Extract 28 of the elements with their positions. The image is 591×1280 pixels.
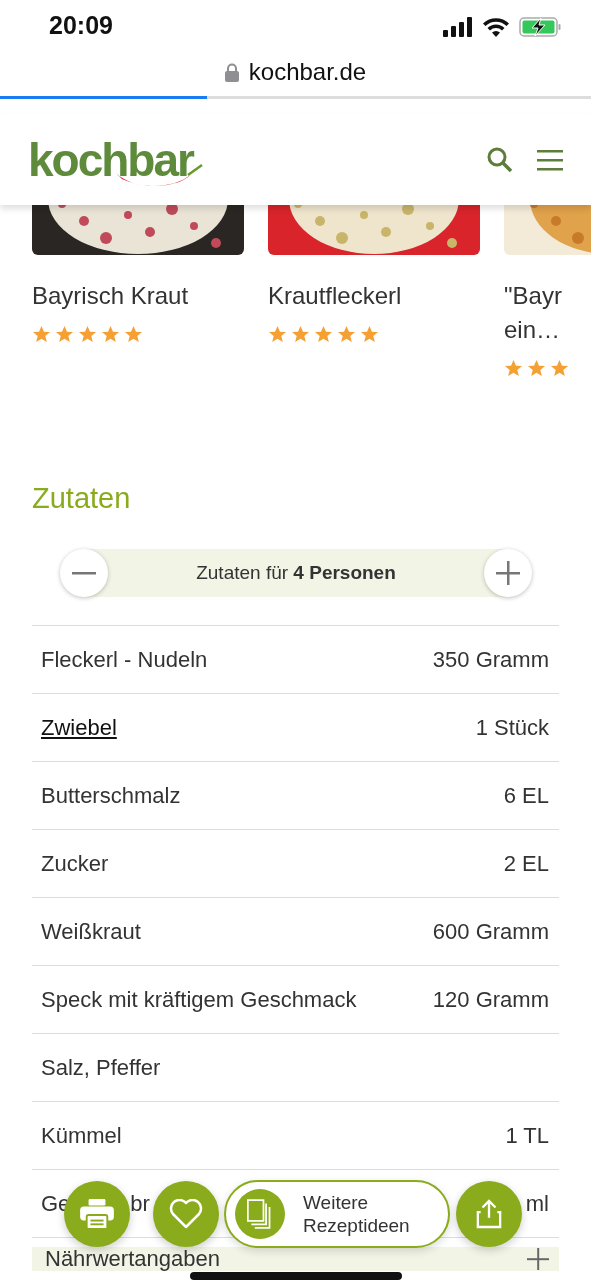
ingredient-name: Salz, Pfeffer (41, 1054, 161, 1081)
recipe-title[interactable]: "Bayr ein… (504, 279, 564, 347)
ingredient-name: Fleckerl - Nudeln (41, 646, 208, 673)
url-text[interactable]: kochbar.de (248, 58, 367, 86)
ingredient-amount: 120 Gramm (432, 986, 549, 1013)
ingredient-amount: 1 Stück (475, 714, 549, 741)
clock-time: 20:09 (49, 10, 113, 40)
logo-text[interactable]: kochbar (28, 132, 193, 187)
nutrition-label: Nährwertangaben (45, 1247, 220, 1271)
ingredient-name: br (130, 1190, 150, 1217)
ingredient-name: Speck mit kräftigem Geschmack (41, 986, 357, 1013)
servings-label: Zutaten für 4 Personen (196, 562, 396, 584)
ingredient-link[interactable]: Zwiebel (41, 714, 117, 741)
nutrition-panel[interactable]: Nährwertangaben (32, 1247, 559, 1271)
ingredient-amount: 350 Gramm (432, 646, 549, 673)
ingredient-name: Zucker (41, 850, 109, 877)
ingredient-amount: 6 EL (503, 782, 549, 809)
ingredient-name: Kümmel (41, 1122, 122, 1149)
section-heading: Zutaten (32, 482, 132, 515)
recipe-title[interactable]: Krautfleckerl (268, 279, 480, 313)
ingredient-name: Butterschmalz (41, 782, 181, 809)
ingredient-name: Weißkraut (41, 918, 141, 945)
ingredient-amount: 2 EL (503, 850, 549, 877)
more-recipes-button[interactable]: Weitere Rezeptideen (224, 1180, 450, 1248)
ingredient-amount: 600 Gramm (432, 918, 549, 945)
recipe-title[interactable]: Bayrisch Kraut (32, 279, 244, 313)
ingredient-amount: 1 TL (505, 1122, 549, 1149)
ingredient-amount: ml (525, 1190, 549, 1217)
